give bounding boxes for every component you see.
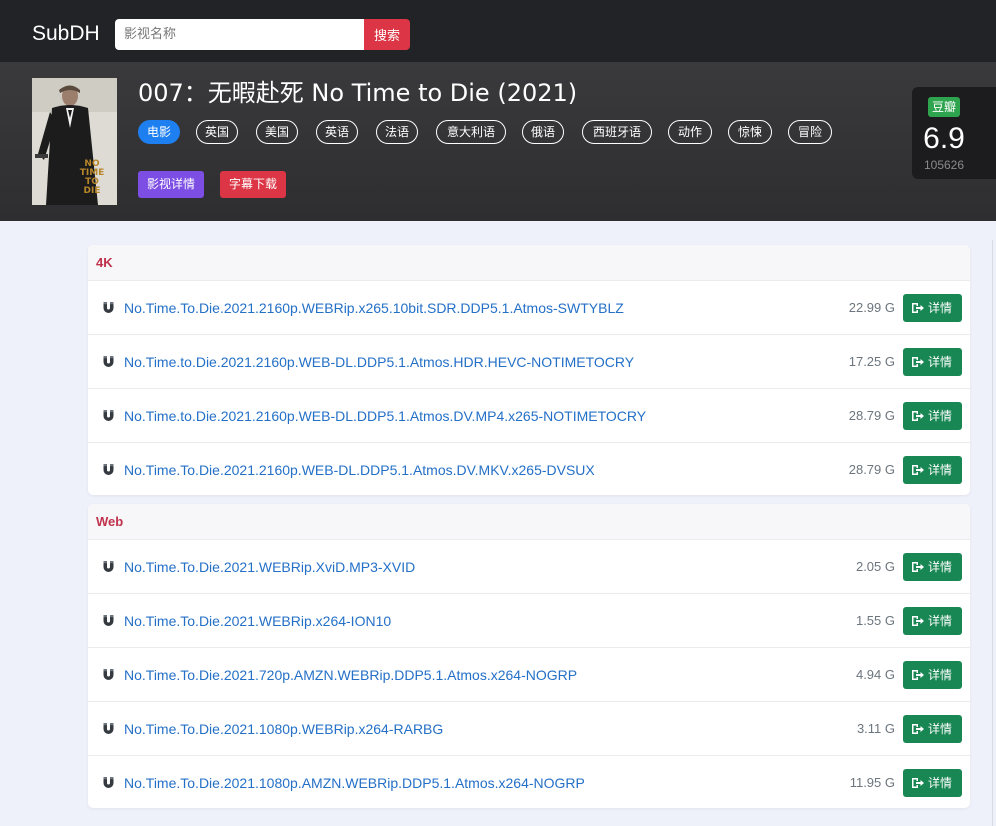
release-size: 11.95 G xyxy=(849,775,895,790)
movie-poster: NO TIME TO DIE xyxy=(32,78,117,205)
tag-item[interactable]: 意大利语 xyxy=(436,120,506,144)
tag-item[interactable]: 电影 xyxy=(138,120,180,144)
release-size: 1.55 G xyxy=(855,613,895,628)
detail-label: 详情 xyxy=(928,776,953,790)
release-size: 4.94 G xyxy=(855,667,895,682)
tag-item[interactable]: 冒险 xyxy=(788,120,832,144)
release-detail-button[interactable]: 详情 xyxy=(903,402,962,430)
enter-arrow-icon xyxy=(912,724,924,734)
release-row: No.Time.To.Die.2021.2160p.WEB-DL.DDP5.1.… xyxy=(88,442,970,495)
magnet-icon xyxy=(103,464,114,475)
navbar: SubDH 搜索 xyxy=(0,0,996,66)
magnet-icon xyxy=(103,302,114,313)
enter-arrow-icon xyxy=(912,303,924,313)
movie-details-button[interactable]: 影视详情 xyxy=(138,171,204,198)
detail-label: 详情 xyxy=(928,560,953,574)
release-row: No.Time.To.Die.2021.WEBRip.XviD.MP3-XVID… xyxy=(88,539,970,593)
release-detail-button[interactable]: 详情 xyxy=(903,769,962,797)
release-row: No.Time.To.Die.2021.720p.AMZN.WEBRip.DDP… xyxy=(88,647,970,701)
magnet-icon xyxy=(103,777,114,788)
tag-item[interactable]: 惊悚 xyxy=(728,120,772,144)
tag-item[interactable]: 动作 xyxy=(668,120,712,144)
movie-title: 007：无暇赴死 No Time to Die (2021) xyxy=(138,79,578,107)
release-size: 3.11 G xyxy=(856,721,895,736)
douban-badge: 豆瓣 xyxy=(928,97,960,117)
enter-arrow-icon xyxy=(912,670,924,680)
enter-arrow-icon xyxy=(912,778,924,788)
detail-label: 详情 xyxy=(928,301,953,315)
enter-arrow-icon xyxy=(912,357,924,367)
release-section-4k: 4K No.Time.To.Die.2021.2160p.WEBRip.x265… xyxy=(88,245,970,495)
release-detail-button[interactable]: 详情 xyxy=(903,553,962,581)
search-input[interactable] xyxy=(115,19,364,50)
release-row: No.Time.to.Die.2021.2160p.WEB-DL.DDP5.1.… xyxy=(88,388,970,442)
release-section-web: Web No.Time.To.Die.2021.WEBRip.XviD.MP3-… xyxy=(88,504,970,808)
release-link[interactable]: No.Time.To.Die.2021.1080p.WEBRip.x264-RA… xyxy=(124,719,443,739)
scrollbar-edge xyxy=(992,240,996,826)
search-button[interactable]: 搜索 xyxy=(364,19,410,50)
release-size: 28.79 G xyxy=(848,462,895,477)
detail-label: 详情 xyxy=(928,614,953,628)
release-link[interactable]: No.Time.to.Die.2021.2160p.WEB-DL.DDP5.1.… xyxy=(124,352,634,372)
section-title: Web xyxy=(88,504,970,539)
detail-label: 详情 xyxy=(928,409,953,423)
tag-item[interactable]: 英国 xyxy=(196,120,238,144)
release-row: No.Time.To.Die.2021.WEBRip.x264-ION10 1.… xyxy=(88,593,970,647)
release-link[interactable]: No.Time.To.Die.2021.WEBRip.x264-ION10 xyxy=(124,611,391,631)
release-link[interactable]: No.Time.To.Die.2021.2160p.WEBRip.x265.10… xyxy=(124,298,624,318)
release-size: 28.79 G xyxy=(848,408,895,423)
magnet-icon xyxy=(103,615,114,626)
release-link[interactable]: No.Time.To.Die.2021.720p.AMZN.WEBRip.DDP… xyxy=(124,665,577,685)
release-row: No.Time.To.Die.2021.1080p.WEBRip.x264-RA… xyxy=(88,701,970,755)
release-size: 2.05 G xyxy=(855,559,895,574)
release-size: 17.25 G xyxy=(848,354,895,369)
detail-label: 详情 xyxy=(928,355,953,369)
release-detail-button[interactable]: 详情 xyxy=(903,715,962,743)
release-detail-button[interactable]: 详情 xyxy=(903,348,962,376)
magnet-icon xyxy=(103,561,114,572)
douban-rating: 豆瓣 6.9 105626 xyxy=(912,87,996,179)
release-link[interactable]: No.Time.to.Die.2021.2160p.WEB-DL.DDP5.1.… xyxy=(124,406,646,426)
tag-item[interactable]: 英语 xyxy=(316,120,358,144)
tag-item[interactable]: 俄语 xyxy=(522,120,564,144)
detail-label: 详情 xyxy=(928,668,953,682)
magnet-icon xyxy=(103,410,114,421)
release-link[interactable]: No.Time.To.Die.2021.1080p.AMZN.WEBRip.DD… xyxy=(124,773,585,793)
tag-item[interactable]: 法语 xyxy=(376,120,418,144)
release-row: No.Time.to.Die.2021.2160p.WEB-DL.DDP5.1.… xyxy=(88,334,970,388)
enter-arrow-icon xyxy=(912,411,924,421)
detail-label: 详情 xyxy=(928,722,953,736)
movie-header: NO TIME TO DIE 007：无暇赴死 No Time to Die (… xyxy=(0,62,996,221)
rating-score: 6.9 xyxy=(923,122,965,155)
tag-item[interactable]: 西班牙语 xyxy=(582,120,652,144)
detail-label: 详情 xyxy=(928,463,953,477)
release-link[interactable]: No.Time.To.Die.2021.WEBRip.XviD.MP3-XVID xyxy=(124,557,415,577)
tag-item[interactable]: 美国 xyxy=(256,120,298,144)
magnet-icon xyxy=(103,723,114,734)
rating-votes: 105626 xyxy=(923,158,965,172)
enter-arrow-icon xyxy=(912,562,924,572)
subtitle-download-button[interactable]: 字幕下载 xyxy=(220,171,286,198)
release-row: No.Time.To.Die.2021.2160p.WEBRip.x265.10… xyxy=(88,280,970,334)
site-brand[interactable]: SubDH xyxy=(32,20,100,48)
release-detail-button[interactable]: 详情 xyxy=(903,294,962,322)
release-detail-button[interactable]: 详情 xyxy=(903,607,962,635)
release-link[interactable]: No.Time.To.Die.2021.2160p.WEB-DL.DDP5.1.… xyxy=(124,460,595,480)
release-detail-button[interactable]: 详情 xyxy=(903,661,962,689)
magnet-icon xyxy=(103,356,114,367)
poster-title-line: DIE xyxy=(84,186,101,196)
release-row: No.Time.To.Die.2021.1080p.AMZN.WEBRip.DD… xyxy=(88,755,970,808)
enter-arrow-icon xyxy=(912,616,924,626)
release-detail-button[interactable]: 详情 xyxy=(903,456,962,484)
enter-arrow-icon xyxy=(912,465,924,475)
section-title: 4K xyxy=(88,245,970,280)
release-size: 22.99 G xyxy=(848,300,895,315)
magnet-icon xyxy=(103,669,114,680)
